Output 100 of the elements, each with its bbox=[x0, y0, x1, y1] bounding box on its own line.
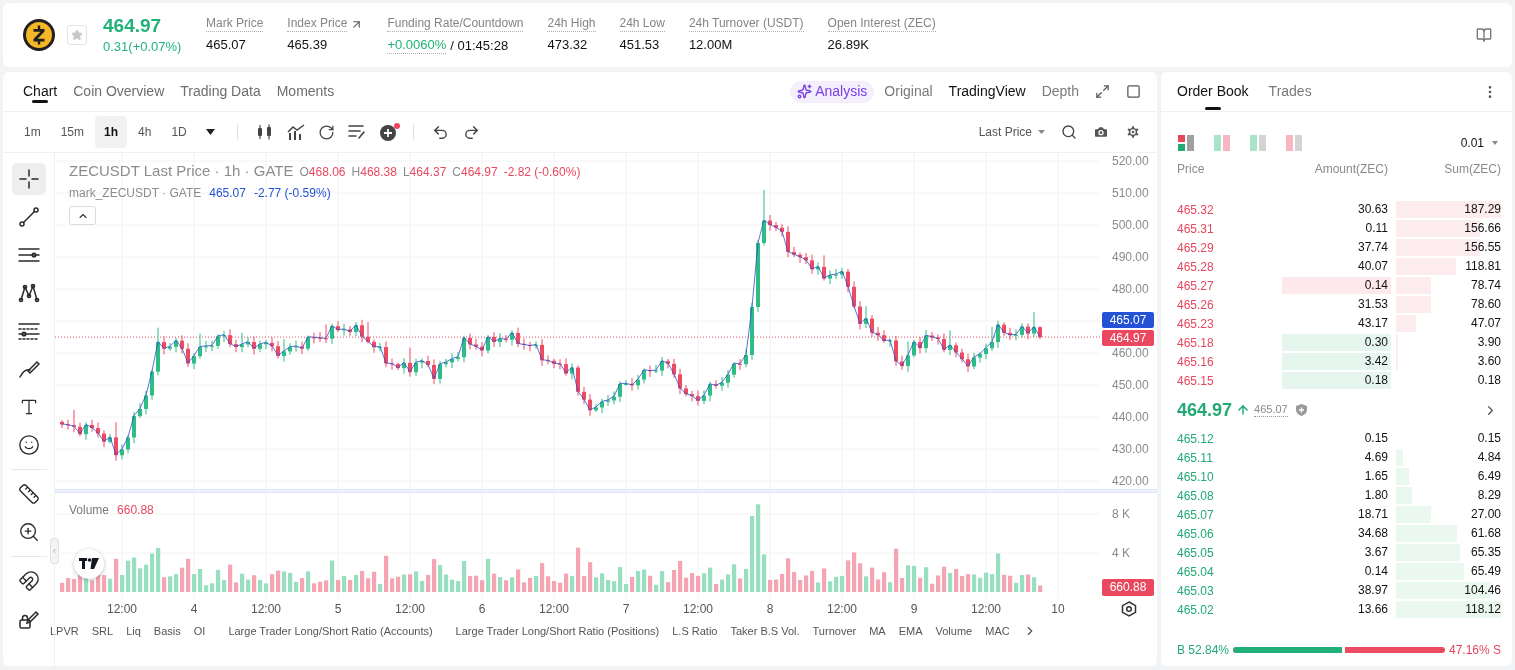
collapse-legend-button[interactable] bbox=[69, 206, 96, 225]
indicator-tab[interactable]: MA bbox=[869, 622, 886, 640]
price-source-dropdown[interactable]: Last Price bbox=[978, 123, 1045, 141]
circular-arrow-icon[interactable] bbox=[317, 123, 335, 141]
interval-tab[interactable]: 4h bbox=[129, 116, 161, 148]
indicator-tab[interactable]: Turnover bbox=[812, 622, 857, 640]
sum-cell: 78.74 bbox=[1396, 277, 1501, 294]
stat-label: Mark Price bbox=[206, 16, 264, 32]
hexagon-settings-icon[interactable] bbox=[1120, 601, 1137, 617]
ohlc-label: O bbox=[299, 164, 309, 181]
chart-tab[interactable]: Coin Overview bbox=[73, 72, 165, 111]
indicator-tab[interactable]: Large Trader Long/Short Ratio (Accounts) bbox=[228, 622, 433, 640]
volume-tag: 660.88 bbox=[1102, 579, 1154, 596]
precision-dropdown[interactable]: 0.01 bbox=[1460, 134, 1498, 152]
amount-cell-text: 18.71 bbox=[1356, 506, 1389, 523]
interval-tab[interactable]: 1h bbox=[95, 116, 128, 148]
indicator-tab[interactable]: Basis bbox=[153, 622, 181, 640]
volume-axis-label: 4 K bbox=[1112, 545, 1130, 561]
indicator-tab[interactable]: Large Trader Long/Short Ratio (Positions) bbox=[455, 622, 660, 640]
amount-cell-text: 31.53 bbox=[1356, 296, 1389, 313]
expand-icon[interactable] bbox=[1095, 84, 1110, 99]
indicator-tab[interactable]: L.S Ratio bbox=[672, 622, 718, 640]
price-axis-label: 450.00 bbox=[1112, 377, 1149, 393]
layout-icon[interactable] bbox=[1178, 135, 1194, 151]
column-header: Price bbox=[1177, 161, 1206, 176]
chart-tab[interactable]: Moments bbox=[276, 72, 335, 111]
redo-icon[interactable] bbox=[462, 123, 480, 141]
stat-value: 451.53 bbox=[619, 36, 660, 53]
price-cell-text: 465.32 bbox=[1177, 201, 1215, 219]
camera-icon[interactable] bbox=[1093, 124, 1109, 140]
indicator-tab[interactable]: OI bbox=[193, 622, 206, 640]
indicator-tab[interactable]: Volume bbox=[935, 622, 973, 640]
view-tab[interactable]: Original bbox=[884, 81, 933, 102]
price-cell-text: 465.07 bbox=[1177, 506, 1215, 524]
amount-cell-text: 43.17 bbox=[1356, 315, 1389, 332]
coin-logo-icon bbox=[23, 19, 55, 51]
caret-down-icon bbox=[1038, 130, 1045, 134]
time-axis-label: 12:00 bbox=[395, 601, 425, 618]
caret-down-icon bbox=[1492, 141, 1498, 145]
interval-tab[interactable]: 1D bbox=[162, 116, 196, 148]
price-change: 0.31(+0.07%) bbox=[103, 38, 183, 56]
sum-cell: 27.00 bbox=[1396, 506, 1501, 523]
sum-cell: 3.60 bbox=[1396, 353, 1501, 370]
amount-cell: 0.30 bbox=[1282, 334, 1391, 351]
settings-icon[interactable] bbox=[1125, 124, 1141, 140]
indicator-tab[interactable]: MAC bbox=[985, 622, 1010, 640]
price-cell-text: 465.26 bbox=[1177, 296, 1215, 314]
undo-icon[interactable] bbox=[431, 123, 449, 141]
lines-pen-icon[interactable] bbox=[347, 124, 366, 140]
chart-tab[interactable]: Trading Data bbox=[180, 72, 261, 111]
caret-down-icon[interactable] bbox=[205, 129, 215, 135]
volume-value: 660.88 bbox=[117, 502, 154, 519]
sum-cell: 65.35 bbox=[1396, 544, 1501, 561]
time-axis-label: 12:00 bbox=[971, 601, 1001, 618]
indicator-tab[interactable]: SRL bbox=[91, 622, 114, 640]
order-book-mark-price: 465.07 bbox=[1254, 403, 1288, 417]
time-axis-label: 12:00 bbox=[539, 601, 569, 618]
amount-cell-text: 0.11 bbox=[1364, 220, 1389, 237]
book-icon[interactable] bbox=[1476, 27, 1492, 43]
ohlc-value: 464.97 bbox=[461, 164, 498, 181]
interval-tab[interactable]: 15m bbox=[51, 116, 93, 148]
view-tab[interactable]: TradingView bbox=[948, 81, 1026, 102]
price-axis-label: 460.00 bbox=[1112, 345, 1149, 361]
ohlc-value: 464.37 bbox=[409, 164, 447, 181]
ai-analysis-button[interactable]: Analysis bbox=[790, 80, 875, 103]
indicator-tab[interactable]: Liq bbox=[126, 622, 141, 640]
sum-cell: 118.12 bbox=[1396, 601, 1501, 618]
square-icon[interactable] bbox=[1126, 84, 1141, 99]
crosshair-icon bbox=[18, 169, 39, 189]
drawing-tool-button[interactable] bbox=[11, 163, 46, 195]
time-axis-label: 4 bbox=[190, 601, 198, 618]
time-axis-label: 12:00 bbox=[107, 601, 137, 618]
indicator-tab[interactable]: LPVR bbox=[50, 622, 79, 640]
order-book-tab[interactable]: Trades bbox=[1268, 72, 1312, 111]
bar-line-chart-icon[interactable] bbox=[286, 124, 305, 140]
price-cell-text: 465.06 bbox=[1177, 525, 1215, 543]
sum-cell: 4.84 bbox=[1396, 449, 1501, 466]
amount-cell: 3.42 bbox=[1282, 353, 1391, 370]
nodes-icon bbox=[17, 283, 40, 303]
sum-cell: 104.46 bbox=[1396, 582, 1501, 599]
candlestick-icon[interactable] bbox=[255, 124, 274, 140]
time-axis-label: 6 bbox=[478, 601, 486, 618]
sum-cell: 3.90 bbox=[1396, 334, 1501, 351]
amount-cell-text: 0.15 bbox=[1363, 430, 1389, 447]
interval-tab[interactable]: 1m bbox=[15, 116, 50, 148]
sum-cell: 156.66 bbox=[1396, 220, 1501, 237]
chart-tab[interactable]: Chart bbox=[23, 72, 58, 111]
amount-cell-text: 34.68 bbox=[1356, 525, 1389, 542]
plus-circle-icon[interactable] bbox=[378, 122, 401, 142]
indicator-tab[interactable]: EMA bbox=[898, 622, 923, 640]
view-tab[interactable]: Depth bbox=[1041, 81, 1079, 102]
price-cell-text: 465.15 bbox=[1177, 372, 1215, 390]
sum-cell: 78.60 bbox=[1396, 296, 1501, 313]
indicator-tab[interactable]: Taker B.S Vol. bbox=[730, 622, 800, 640]
price-cell-text: 465.27 bbox=[1177, 277, 1215, 295]
sum-cell-text: 0.18 bbox=[1476, 372, 1501, 389]
volume-axis-label: 8 K bbox=[1112, 506, 1130, 522]
search-icon[interactable] bbox=[1061, 124, 1077, 140]
order-book-tab[interactable]: Order Book bbox=[1177, 72, 1249, 111]
stat-label[interactable]: Index Price bbox=[287, 16, 348, 32]
